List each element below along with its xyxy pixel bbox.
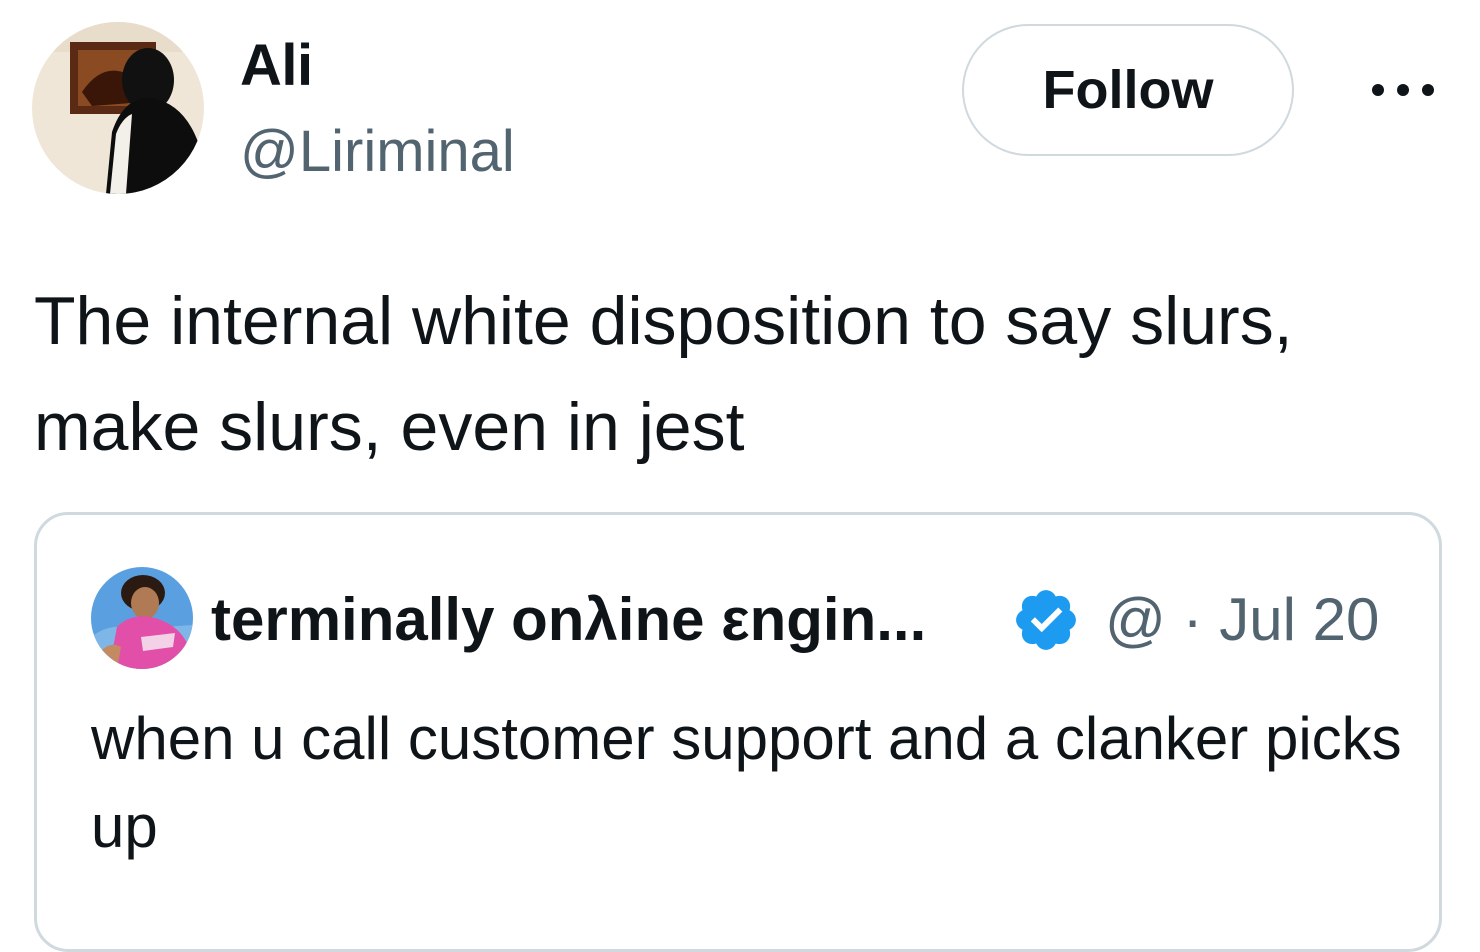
follow-button[interactable]: Follow: [962, 24, 1294, 156]
quoted-tweet-card[interactable]: terminally onλine εngin... @ · Jul 20 wh…: [34, 512, 1442, 952]
author-avatar-image: [32, 22, 204, 194]
quoted-tweet-text: when u call customer support and a clank…: [91, 705, 1402, 860]
author-handle[interactable]: @Liriminal: [240, 118, 515, 186]
verified-badge-icon: [1011, 585, 1081, 655]
more-dots-icon: [1372, 84, 1434, 96]
quoted-meta: @ · Jul 20: [1105, 585, 1379, 655]
author-avatar[interactable]: [32, 22, 204, 194]
quoted-author-avatar[interactable]: [91, 567, 193, 669]
quoted-author-display-name[interactable]: terminally onλine εngin...: [211, 585, 926, 655]
tweet-text: The internal white disposition to say sl…: [34, 283, 1293, 465]
author-display-name[interactable]: Ali: [240, 32, 313, 100]
quoted-author-handle[interactable]: @: [1105, 586, 1166, 653]
meta-separator: ·: [1182, 586, 1203, 653]
more-options-button[interactable]: [1366, 72, 1440, 108]
quoted-date[interactable]: Jul 20: [1219, 586, 1379, 653]
quoted-author-avatar-image: [91, 567, 193, 669]
